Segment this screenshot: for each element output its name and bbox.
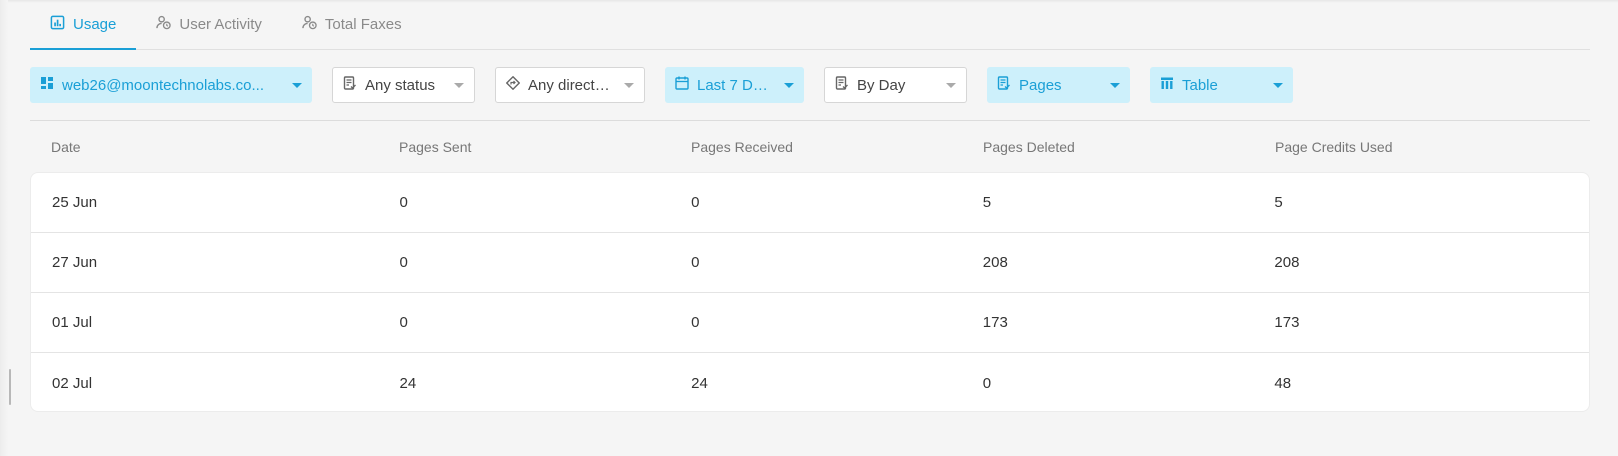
usage-table: 25 Jun 0 0 5 5 27 Jun 0 0 208 208 01 Jul… (30, 172, 1590, 412)
direction-value: Any direction (528, 76, 610, 94)
view-value: Table (1182, 76, 1218, 94)
cell-page-credits-used: 5 (1274, 194, 1283, 211)
date-range-value: Last 7 Days (697, 76, 770, 94)
table-row: 01 Jul 0 0 173 173 (31, 293, 1589, 353)
cell-date: 01 Jul (52, 314, 93, 331)
cell-date: 02 Jul (52, 374, 93, 392)
column-header-page-credits-used[interactable]: Page Credits Used (1275, 139, 1590, 155)
column-header-pages-deleted[interactable]: Pages Deleted (983, 139, 1275, 155)
grid-icon (40, 76, 54, 94)
cell-date: 27 Jun (52, 254, 98, 271)
grouping-value: By Day (857, 76, 906, 94)
metric-select[interactable]: Pages (987, 67, 1130, 103)
column-header-date[interactable]: Date (30, 139, 399, 155)
cell-pages-sent: 0 (399, 194, 408, 211)
tab-user-activity[interactable]: User Activity (136, 0, 282, 49)
calendar-icon (675, 76, 689, 94)
status-value: Any status (365, 76, 436, 94)
tab-label: Total Faxes (324, 16, 402, 33)
account-select[interactable]: web26@moontechnolabs.co... (30, 67, 312, 103)
user-clock-icon (302, 15, 317, 34)
direction-icon (505, 75, 521, 94)
tab-label: Usage (73, 16, 117, 33)
account-value: web26@moontechnolabs.co... (62, 76, 265, 94)
table-row: 27 Jun 0 0 208 208 (31, 233, 1589, 293)
bar-chart-icon (50, 15, 65, 34)
metric-value: Pages (1019, 76, 1062, 94)
chevron-down-icon (1110, 82, 1120, 88)
user-clock-icon (156, 15, 172, 34)
report-tabs: Usage User Activity Total Faxes (30, 0, 1590, 50)
tab-label: User Activity (179, 16, 262, 33)
chevron-down-icon (1273, 82, 1283, 88)
doc-check-icon (343, 76, 357, 94)
chevron-down-icon (946, 82, 956, 88)
chevron-down-icon (454, 82, 464, 88)
chevron-down-icon (784, 82, 794, 88)
doc-check-icon (835, 76, 849, 94)
column-header-pages-received[interactable]: Pages Received (691, 139, 983, 155)
table-row: 25 Jun 0 0 5 5 (31, 173, 1589, 233)
cell-page-credits-used: 208 (1274, 254, 1300, 271)
table-icon (1160, 76, 1174, 94)
cell-page-credits-used: 48 (1274, 374, 1292, 392)
column-header-pages-sent[interactable]: Pages Sent (399, 139, 691, 155)
cell-pages-deleted: 173 (982, 314, 1008, 331)
filter-divider (30, 120, 1590, 121)
table-header: Date Pages Sent Pages Received Pages Del… (30, 132, 1590, 162)
cell-pages-received: 0 (691, 194, 700, 211)
table-row: 02 Jul 24 24 0 48 (31, 353, 1589, 411)
chevron-down-icon (292, 82, 302, 88)
date-range-select[interactable]: Last 7 Days (665, 67, 804, 103)
grouping-select[interactable]: By Day (824, 67, 967, 103)
left-edge (0, 0, 8, 456)
cell-pages-deleted: 5 (982, 194, 992, 211)
cell-page-credits-used: 173 (1274, 314, 1300, 331)
cell-pages-sent: 24 (399, 374, 417, 392)
cell-pages-received: 24 (691, 374, 708, 392)
cell-pages-received: 0 (691, 254, 700, 271)
view-select[interactable]: Table (1150, 67, 1293, 103)
cell-pages-deleted: 208 (982, 254, 1008, 271)
cell-pages-deleted: 0 (982, 374, 992, 392)
status-select[interactable]: Any status (332, 67, 475, 103)
tab-usage[interactable]: Usage (30, 0, 137, 50)
chevron-down-icon (624, 82, 634, 88)
direction-select[interactable]: Any direction (495, 67, 645, 103)
doc-check-icon (997, 76, 1011, 94)
resize-handle[interactable] (9, 369, 11, 405)
tab-total-faxes[interactable]: Total Faxes (282, 0, 422, 49)
cell-pages-sent: 0 (399, 254, 408, 271)
cell-pages-received: 0 (691, 314, 700, 331)
cell-pages-sent: 0 (399, 314, 408, 331)
filter-bar: web26@moontechnolabs.co... Any status An… (30, 67, 1293, 103)
cell-date: 25 Jun (52, 194, 98, 211)
